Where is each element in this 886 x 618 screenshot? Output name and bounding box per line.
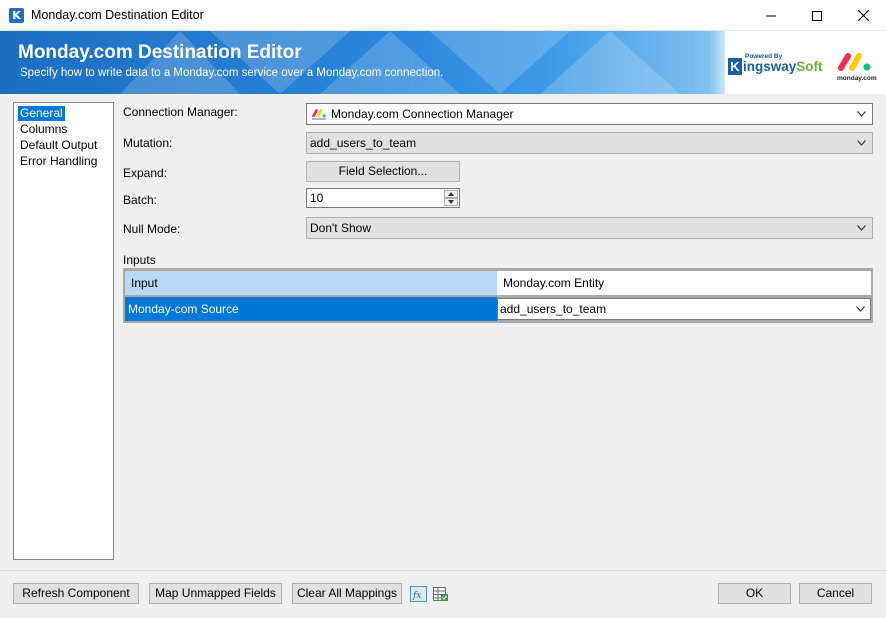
batch-value: 10: [310, 191, 324, 205]
null-mode-select[interactable]: Don't Show: [306, 217, 873, 239]
chevron-down-icon: [857, 111, 866, 117]
batch-stepper[interactable]: 10: [306, 188, 460, 208]
refresh-component-button[interactable]: Refresh Component: [13, 583, 139, 604]
nav-item-general[interactable]: General: [18, 106, 65, 121]
map-unmapped-fields-button[interactable]: Map Unmapped Fields: [149, 583, 282, 604]
cancel-button[interactable]: Cancel: [799, 583, 872, 604]
kingsway-logo-icon: K: [728, 58, 742, 75]
spreadsheet-icon[interactable]: [432, 586, 449, 602]
clear-all-mappings-button[interactable]: Clear All Mappings: [292, 583, 402, 604]
batch-label: Batch:: [123, 193, 158, 207]
mutation-select[interactable]: add_users_to_team: [306, 132, 873, 154]
connection-manager-label: Connection Manager:: [123, 105, 238, 119]
chevron-down-icon: [857, 225, 866, 231]
null-mode-label: Null Mode:: [123, 222, 181, 236]
banner-subtitle: Specify how to write data to a Monday.co…: [20, 67, 444, 79]
spin-up-button[interactable]: [444, 190, 458, 198]
mutation-value: add_users_to_team: [310, 136, 417, 150]
kingsway-logo: ingswaySoft: [743, 59, 823, 74]
banner-pattern-right: [430, 31, 680, 94]
inputs-label: Inputs: [123, 253, 156, 267]
entity-value: add_users_to_team: [500, 302, 607, 316]
header-banner: Monday.com Destination Editor Specify ho…: [0, 31, 886, 94]
nav-item-default-output[interactable]: Default Output: [18, 138, 99, 153]
caret-down-icon: [448, 200, 454, 204]
ok-button[interactable]: OK: [718, 583, 791, 604]
null-mode-value: Don't Show: [310, 221, 371, 235]
kingsway-k-icon: K: [9, 8, 24, 23]
entity-select[interactable]: add_users_to_team: [497, 298, 871, 320]
chevron-down-icon: [857, 140, 866, 146]
mutation-label: Mutation:: [123, 136, 173, 150]
expand-label: Expand:: [123, 166, 168, 180]
close-button[interactable]: [840, 0, 886, 31]
minimize-icon: [766, 15, 776, 16]
minimize-button[interactable]: [748, 0, 794, 31]
sidebar-nav: General Columns Default Output Error Han…: [13, 102, 114, 560]
title-bar: K Monday.com Destination Editor: [0, 0, 886, 31]
maximize-icon: [812, 10, 822, 21]
column-header-entity[interactable]: Monday.com Entity: [497, 271, 871, 295]
footer-divider: [0, 570, 886, 571]
inputs-grid: Input Monday.com Entity Monday-com Sourc…: [123, 268, 873, 323]
column-header-input[interactable]: Input: [125, 271, 497, 295]
spin-down-button[interactable]: [444, 198, 458, 206]
fx-icon[interactable]: fx: [410, 586, 427, 602]
nav-item-columns[interactable]: Columns: [18, 122, 69, 137]
caret-up-icon: [448, 192, 454, 196]
monday-logo-text: monday.com: [837, 75, 877, 82]
batch-spin-buttons[interactable]: [444, 190, 458, 206]
table-row-input-cell[interactable]: Monday-com Source: [125, 297, 497, 321]
chevron-down-icon: [856, 306, 865, 312]
banner-title: Monday.com Destination Editor: [18, 42, 302, 63]
svg-text:fx: fx: [412, 591, 421, 601]
connection-manager-select[interactable]: Monday.com Connection Manager: [306, 103, 873, 125]
nav-item-error-handling[interactable]: Error Handling: [18, 154, 99, 169]
maximize-button[interactable]: [794, 0, 840, 31]
field-selection-button[interactable]: Field Selection...: [306, 161, 460, 182]
window-title: Monday.com Destination Editor: [31, 8, 204, 22]
connection-manager-value: Monday.com Connection Manager: [331, 107, 514, 121]
monday-small-icon: [312, 109, 326, 120]
close-icon: [857, 10, 869, 21]
monday-logo-icon: [838, 53, 871, 71]
inputs-table: Input Monday.com Entity Monday-com Sourc…: [125, 270, 871, 321]
